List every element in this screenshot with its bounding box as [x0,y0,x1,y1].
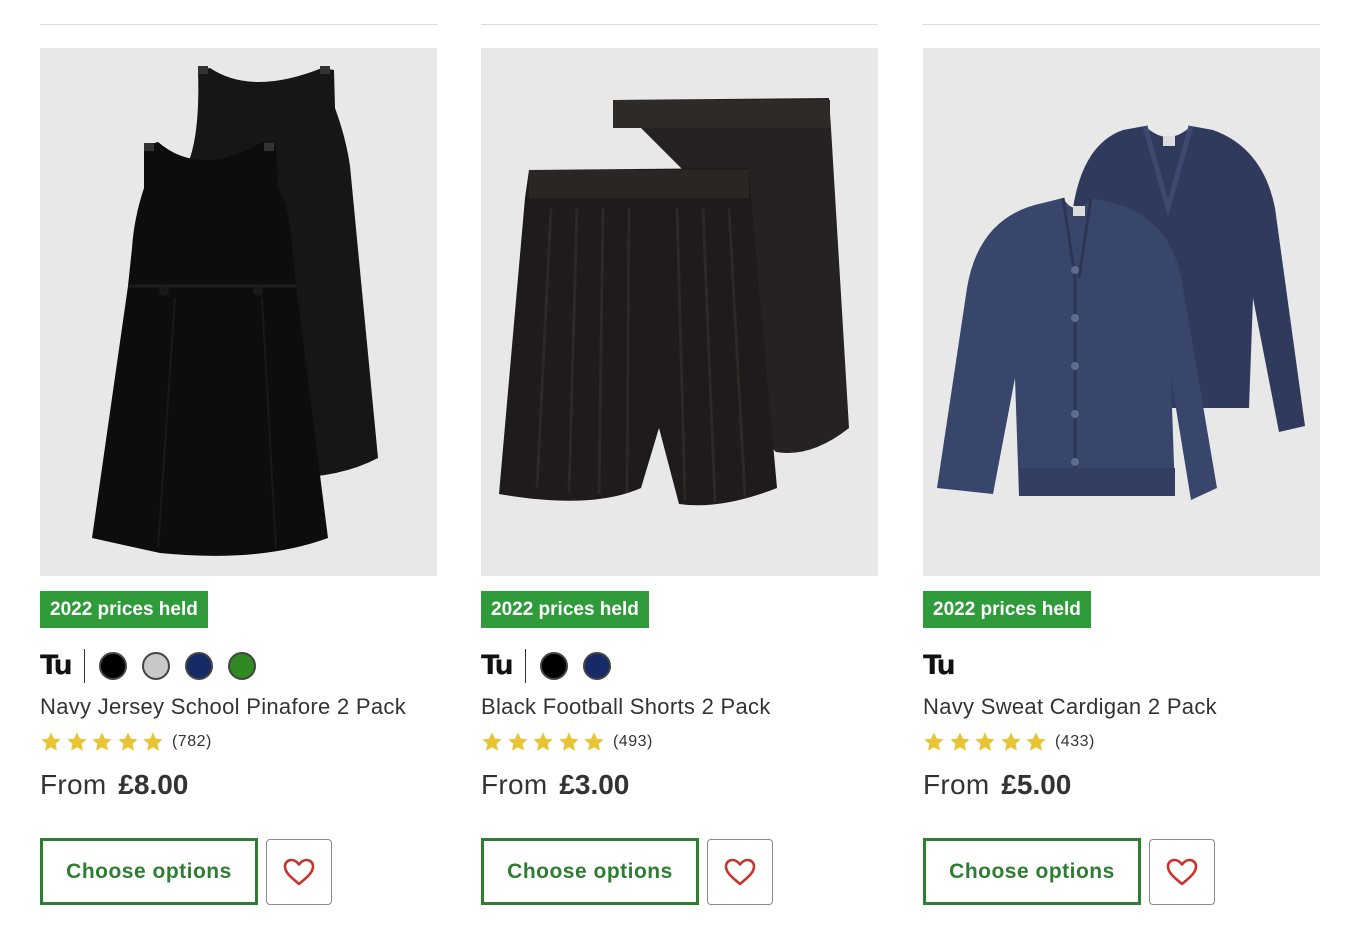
star-rating[interactable]: (433) [923,728,1095,756]
color-swatch-green[interactable] [228,652,256,680]
color-swatch-black[interactable] [540,652,568,680]
product-image[interactable] [923,48,1320,576]
heart-outline-icon [1166,858,1198,886]
heart-outline-icon [724,858,756,886]
prices-held-badge: 2022 prices held [481,591,649,628]
divider [84,649,85,683]
prices-held-badge: 2022 prices held [40,591,208,628]
price-amount: £3.00 [559,769,630,800]
price-prefix: From [923,769,990,800]
brand-logo: Tu [40,650,73,681]
brand-and-swatches: Tu [481,648,626,684]
star-icon [1001,732,1021,751]
heart-outline-icon [283,858,315,886]
star-rating[interactable]: (782) [40,728,212,756]
star-icon [66,732,87,751]
divider [481,24,878,25]
star-icon [559,732,579,751]
product-price: From £3.00 [481,766,629,804]
brand-logo: Tu [923,650,956,681]
product-title[interactable]: Navy Jersey School Pinafore 2 Pack [40,691,437,723]
divider [525,649,526,683]
star-icon [533,732,553,751]
product-title[interactable]: Black Football Shorts 2 Pack [481,691,878,723]
product-card: 2022 prices held Tu Navy Sweat Cardigan … [923,0,1320,944]
review-count: (493) [612,733,653,750]
star-icon [507,732,528,751]
star-icon [975,732,995,751]
star-icon [482,732,502,751]
color-swatch-navy[interactable] [583,652,611,680]
review-count: (782) [171,733,212,750]
product-card: 2022 prices held Tu Black Football Short… [481,0,878,944]
divider [40,24,437,25]
product-image[interactable] [481,48,878,576]
star-icon [41,732,61,751]
product-price: From £5.00 [923,766,1071,804]
wishlist-button[interactable] [1149,839,1215,905]
color-swatch-grey[interactable] [142,652,170,680]
choose-options-button[interactable]: Choose options [40,838,258,905]
prices-held-badge: 2022 prices held [923,591,1091,628]
star-icon [118,732,138,751]
brand-and-swatches: Tu [40,648,271,684]
price-prefix: From [40,769,107,800]
product-price: From £8.00 [40,766,188,804]
brand-and-swatches: Tu [923,648,957,684]
product-image[interactable] [40,48,437,576]
star-icon [1026,732,1046,751]
product-title[interactable]: Navy Sweat Cardigan 2 Pack [923,691,1320,723]
star-icon [92,732,112,751]
star-icon [949,732,970,751]
star-icon [143,732,163,751]
brand-logo: Tu [481,650,514,681]
choose-options-button[interactable]: Choose options [481,838,699,905]
product-card: 2022 prices held Tu Navy Jersey School P… [40,0,437,944]
price-prefix: From [481,769,548,800]
star-icon [924,732,944,751]
star-icon [584,732,604,751]
divider [923,24,1320,25]
price-amount: £5.00 [1001,769,1072,800]
price-amount: £8.00 [118,769,189,800]
wishlist-button[interactable] [707,839,773,905]
review-count: (433) [1054,733,1095,750]
wishlist-button[interactable] [266,839,332,905]
color-swatch-black[interactable] [99,652,127,680]
star-rating[interactable]: (493) [481,728,653,756]
choose-options-button[interactable]: Choose options [923,838,1141,905]
color-swatch-navy[interactable] [185,652,213,680]
